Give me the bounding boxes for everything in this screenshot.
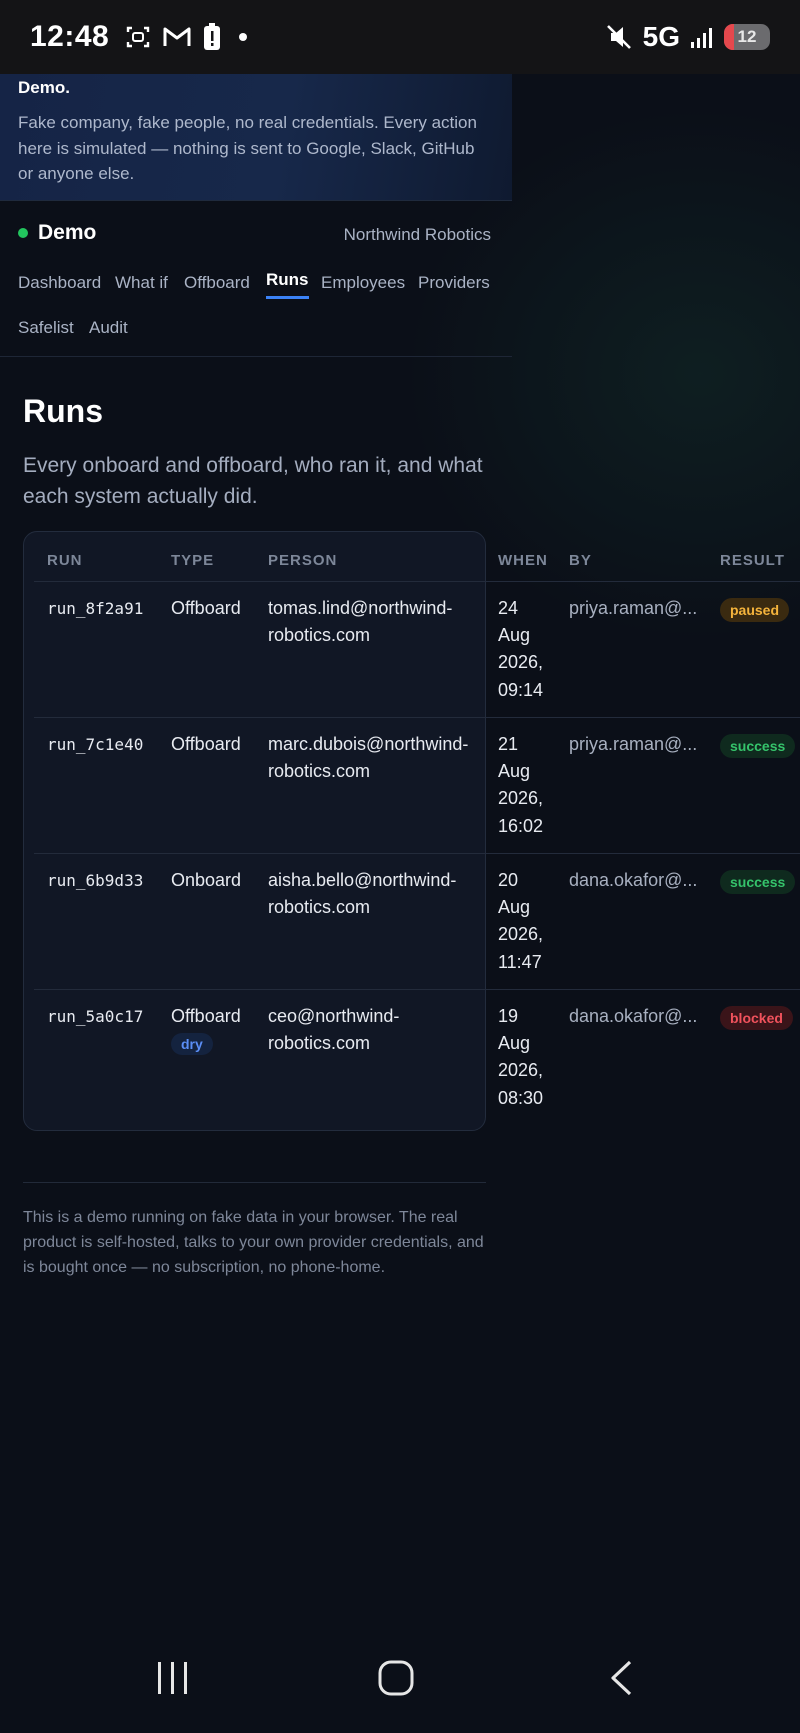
col-by: BY <box>569 552 592 569</box>
status-time: 12:48 <box>30 20 110 53</box>
dry-run-badge: dry <box>171 1033 213 1055</box>
brand[interactable]: Demo <box>18 221 96 245</box>
footer-divider <box>23 1182 486 1183</box>
run-when: 16:02 <box>498 816 544 836</box>
status-badge: paused <box>720 598 790 622</box>
app-header: Demo Northwind Robotics Dashboard What i… <box>0 201 512 357</box>
demo-banner: Demo. Fake company, fake people, no real… <box>0 74 512 201</box>
app-column: Demo. Fake company, fake people, no real… <box>0 74 512 357</box>
status-bar: 12:48 5G 12 <box>0 0 800 74</box>
run-person: marc.dubois@northwind- <box>268 734 469 754</box>
row-divider <box>34 853 800 854</box>
run-id[interactable]: run_6b9d33 <box>47 867 143 895</box>
col-run: RUN <box>47 552 83 569</box>
nav-what-if[interactable]: What if <box>115 273 168 299</box>
nav-runs[interactable]: Runs <box>266 270 309 299</box>
battery-level: 12 <box>737 27 757 46</box>
nav-offboard[interactable]: Offboard <box>184 273 250 299</box>
recent-apps-icon[interactable] <box>156 1660 190 1696</box>
run-id[interactable]: run_7c1e40 <box>47 731 143 759</box>
run-when: Aug <box>498 625 531 645</box>
run-when: Aug <box>498 1033 531 1053</box>
run-type: Offboard <box>171 1006 241 1026</box>
run-id[interactable]: run_8f2a91 <box>47 595 143 623</box>
run-when: 20 <box>498 870 519 890</box>
screenshot-icon <box>127 26 150 48</box>
run-when: 09:14 <box>498 680 544 700</box>
row-divider <box>34 989 800 990</box>
signal-icon <box>691 28 712 48</box>
run-person: tomas.lind@northwind- <box>268 598 453 618</box>
run-by: dana.okafor@... <box>569 870 698 890</box>
col-type: TYPE <box>171 552 215 569</box>
run-by: priya.raman@... <box>569 734 698 754</box>
page-title: Runs <box>23 393 103 429</box>
run-when: 19 <box>498 1006 519 1026</box>
run-by: priya.raman@... <box>569 598 698 618</box>
row-divider <box>34 717 800 718</box>
battery-indicator: 12 <box>724 24 770 50</box>
nav-providers[interactable]: Providers <box>418 273 490 299</box>
battery-alert-icon <box>204 23 221 50</box>
run-person: aisha.bello@northwind- <box>268 870 457 890</box>
run-by: dana.okafor@... <box>569 1006 698 1026</box>
footer-note: This is a demo running on fake data in y… <box>23 1209 484 1276</box>
status-badge: success <box>720 734 796 758</box>
run-when: Aug <box>498 897 531 917</box>
home-icon[interactable] <box>378 1660 414 1696</box>
run-when: 2026, <box>498 652 544 672</box>
run-when: 2026, <box>498 924 544 944</box>
run-type: Onboard <box>171 870 242 890</box>
mute-icon <box>606 25 631 49</box>
run-person: robotics.com <box>268 625 371 645</box>
run-when: 08:30 <box>498 1088 544 1108</box>
back-icon[interactable] <box>608 1660 634 1696</box>
run-when: 24 <box>498 598 519 618</box>
run-type: Offboard <box>171 598 241 618</box>
run-type: Offboard <box>171 734 241 754</box>
col-result: RESULT <box>720 552 785 569</box>
run-when: 2026, <box>498 788 544 808</box>
run-person: robotics.com <box>268 1033 371 1053</box>
row-divider <box>34 581 800 582</box>
nav-employees[interactable]: Employees <box>321 273 405 299</box>
run-id[interactable]: run_5a0c17 <box>47 1003 143 1031</box>
run-when: 21 <box>498 734 519 754</box>
run-person: ceo@northwind- <box>268 1006 400 1026</box>
banner-text: Fake company, fake people, no real crede… <box>18 113 477 183</box>
system-nav-bar <box>0 1630 800 1733</box>
run-when: Aug <box>498 761 531 781</box>
run-when: 2026, <box>498 1060 544 1080</box>
status-badge: success <box>720 870 796 894</box>
status-badge: blocked <box>720 1006 793 1030</box>
run-person: robotics.com <box>268 897 371 917</box>
notification-dot <box>239 33 248 41</box>
brand-name: Demo <box>38 221 97 244</box>
col-when: WHEN <box>498 552 548 569</box>
gmail-icon <box>163 27 191 46</box>
company-name: Northwind Robotics <box>343 225 491 244</box>
network-type: 5G <box>642 21 680 52</box>
nav-dashboard[interactable]: Dashboard <box>18 273 101 299</box>
nav-audit[interactable]: Audit <box>89 318 128 344</box>
status-dot <box>18 228 28 238</box>
run-when: 11:47 <box>498 952 542 972</box>
col-person: PERSON <box>268 552 338 569</box>
run-person: robotics.com <box>268 761 371 781</box>
banner-title: Demo. <box>18 78 70 97</box>
nav-safelist[interactable]: Safelist <box>18 318 74 344</box>
page-description: Every onboard and offboard, who ran it, … <box>23 454 483 508</box>
